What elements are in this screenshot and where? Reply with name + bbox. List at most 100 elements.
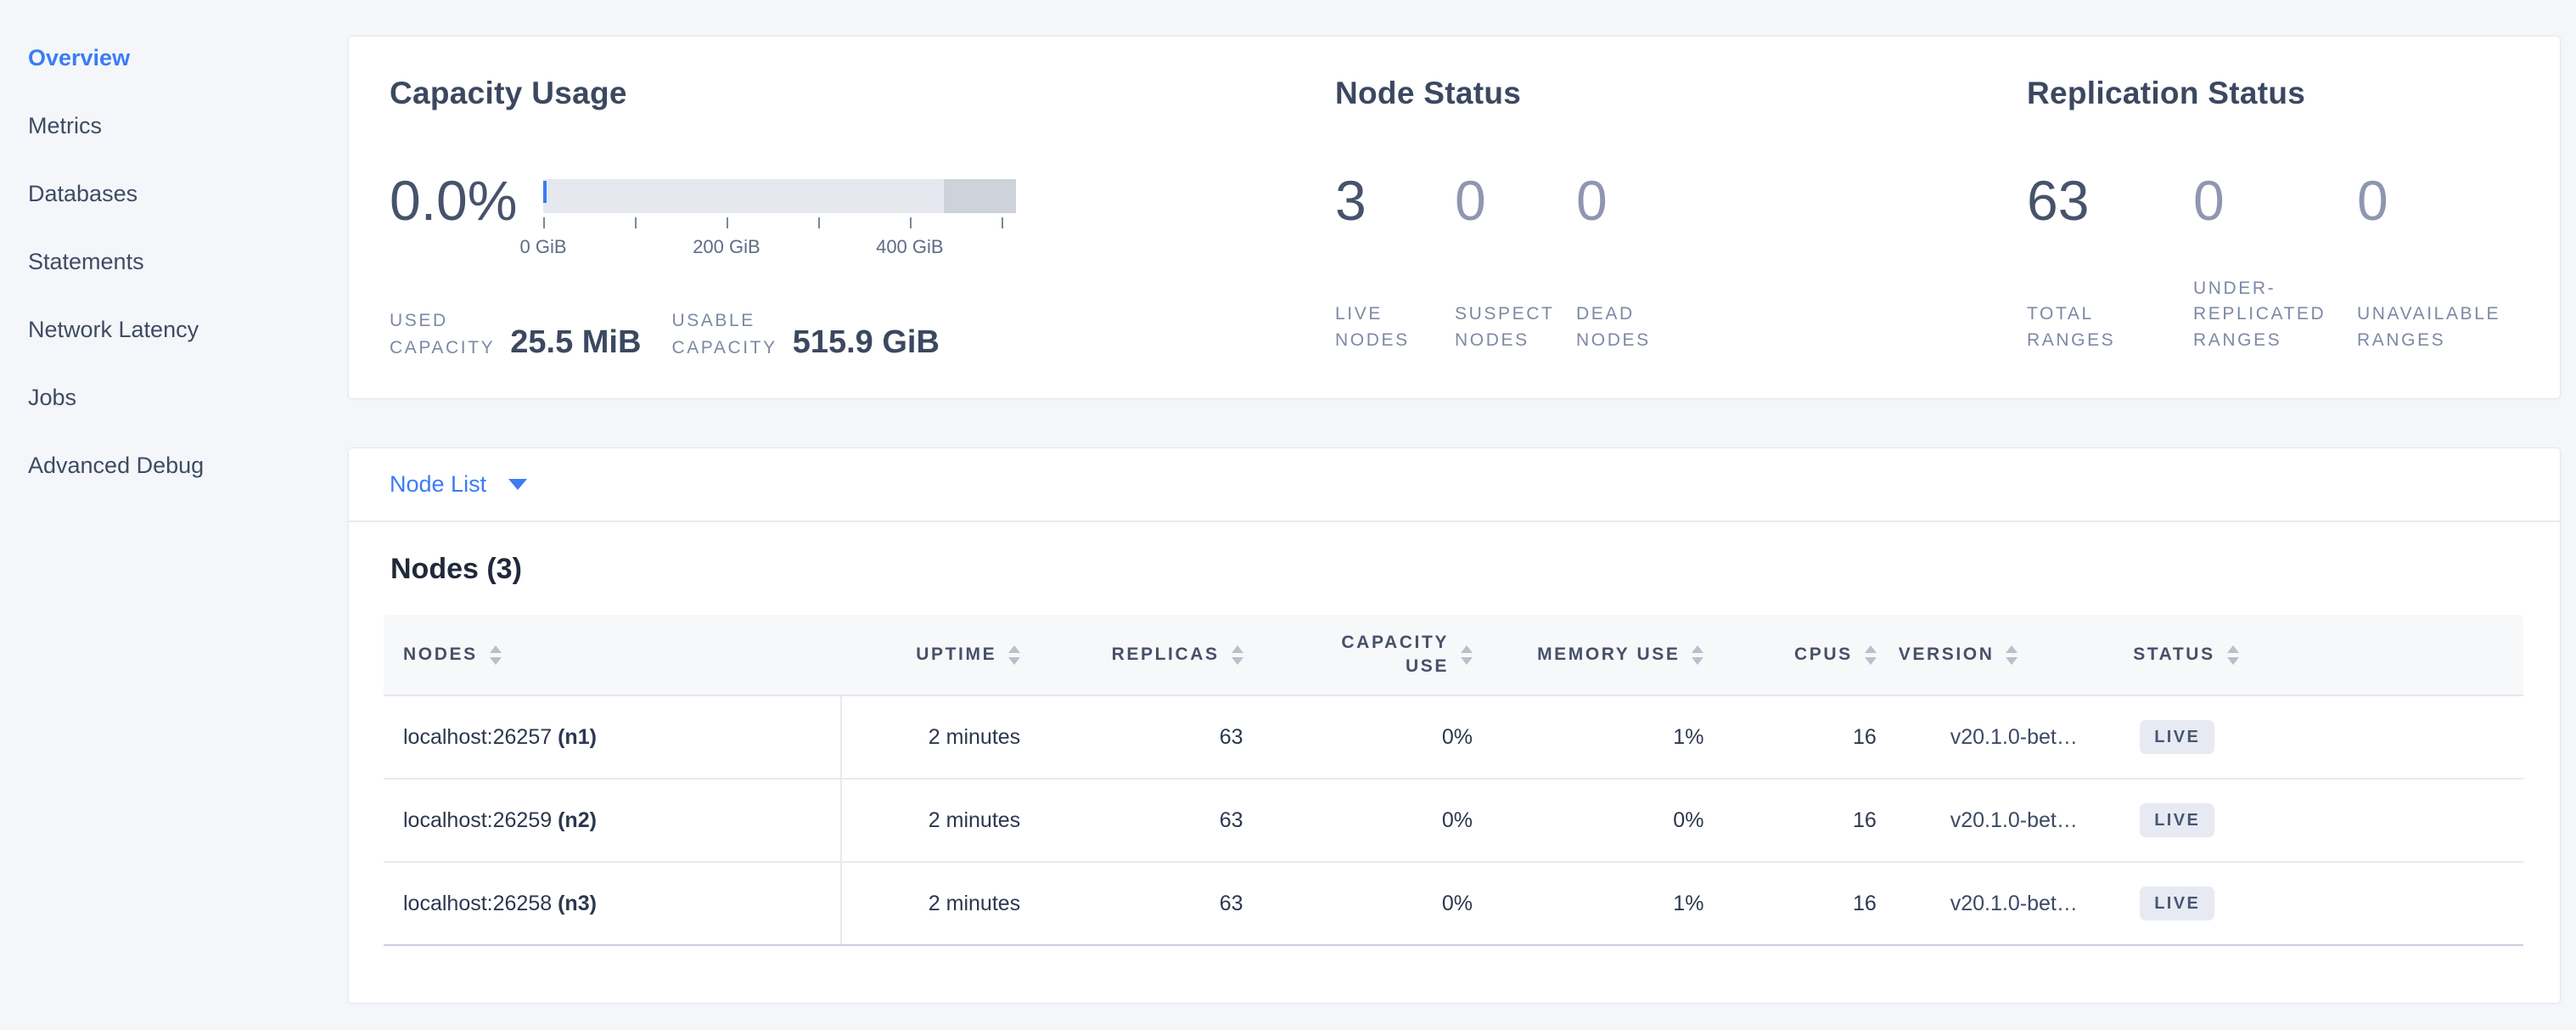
capacity-use-cell: 0% — [1254, 695, 1484, 779]
node-address: localhost:26257 — [403, 725, 558, 749]
summary-stat: 0SUSPECT NODES — [1455, 171, 1576, 353]
node-status-title: Node Status — [1335, 76, 1737, 111]
node-list-dropdown-label[interactable]: Node List — [390, 471, 486, 498]
sidebar-item-metrics[interactable]: Metrics — [28, 92, 348, 160]
memory-use-cell: 0% — [1484, 779, 1715, 862]
usable-capacity-label: USABLE CAPACITY — [671, 307, 777, 361]
summary-stat: 0 DEAD NODES — [1576, 171, 1737, 353]
summary-stat: 3 LIVE NODES — [1335, 171, 1455, 353]
column-header-label: CAPACITY USE — [1341, 631, 1449, 679]
status-cell: LIVE — [2122, 779, 2523, 862]
table-row[interactable]: localhost:26258 (n3)2 minutes630%1%16v20… — [384, 862, 2523, 945]
node-status-section: Node Status 3 LIVE NODES0SUSPECT NODES0 DE… — [1335, 76, 1737, 353]
axis-tick-label: 0 GiB — [519, 236, 566, 258]
replication-status-section: Replication Status 63TOTAL RANGES0UNDER-… — [2027, 76, 2561, 353]
node-address: localhost:26259 — [403, 808, 558, 832]
axis-tick-label: 400 GiB — [876, 236, 944, 258]
sort-icon[interactable] — [2006, 645, 2018, 665]
usable-capacity-value: 515.9 GiB — [793, 326, 940, 358]
sort-icon[interactable] — [490, 645, 502, 665]
column-header-uptime[interactable]: UPTIME — [841, 615, 1031, 695]
stat-label: DEAD NODES — [1576, 301, 1737, 353]
sort-icon[interactable] — [1232, 645, 1243, 665]
sidebar: OverviewMetricsDatabasesStatementsNetwor… — [0, 0, 348, 1030]
stat-label: TOTAL RANGES — [2027, 301, 2193, 353]
sidebar-item-overview[interactable]: Overview — [28, 24, 348, 92]
column-header-status[interactable]: STATUS — [2122, 615, 2523, 695]
nodes-heading: Nodes (3) — [390, 553, 2522, 586]
column-header-label: REPLICAS — [1112, 643, 1220, 667]
capacity-usage-title: Capacity Usage — [390, 76, 1016, 111]
chevron-down-icon[interactable] — [508, 479, 527, 490]
capacity-use-cell: 0% — [1254, 779, 1484, 862]
capacity-usage-gauge: 0 GiB 200 GiB 400 GiB — [543, 171, 1016, 262]
replicas-cell: 63 — [1031, 779, 1254, 862]
axis-tick-label: 200 GiB — [693, 236, 760, 258]
memory-use-cell: 1% — [1484, 862, 1715, 945]
replicas-cell: 63 — [1031, 862, 1254, 945]
sidebar-item-databases[interactable]: Databases — [28, 160, 348, 228]
summary-stat: 0 UNAVAILABLE RANGES — [2357, 171, 2561, 353]
memory-use-cell: 1% — [1484, 695, 1715, 779]
status-badge: LIVE — [2140, 803, 2214, 837]
stat-value: 0 — [1576, 171, 1737, 230]
column-header-cpus[interactable]: CPUS — [1715, 615, 1887, 695]
column-header-label: MEMORY USE — [1537, 643, 1680, 667]
column-header-label: UPTIME — [916, 643, 996, 667]
nodes-table: NODES UPTIME REPLICAS CAPACITY USE MEMORY US… — [384, 615, 2523, 946]
sort-icon[interactable] — [1008, 645, 1020, 665]
node-address-cell[interactable]: localhost:26258 (n3) — [384, 862, 841, 945]
summary-stat: 63TOTAL RANGES — [2027, 171, 2193, 353]
column-header-version[interactable]: VERSION — [1888, 615, 2122, 695]
uptime-cell: 2 minutes — [841, 779, 1031, 862]
uptime-cell: 2 minutes — [841, 862, 1031, 945]
capacity-usage-section: Capacity Usage 0.0% 0 GiB 200 GiB 400 Gi… — [390, 76, 1016, 361]
replication-status-title: Replication Status — [2027, 76, 2561, 111]
stat-label: UNDER- REPLICATED RANGES — [2193, 276, 2357, 353]
stat-value: 0 — [2357, 171, 2561, 230]
node-id: (n2) — [558, 808, 597, 832]
axis-tick — [910, 217, 912, 228]
axis-tick — [635, 217, 637, 228]
column-header-capacity_use[interactable]: CAPACITY USE — [1254, 615, 1484, 695]
axis-tick — [818, 217, 820, 228]
version-cell: v20.1.0-bet… — [1888, 862, 2122, 945]
stat-label: UNAVAILABLE RANGES — [2357, 301, 2561, 353]
table-row[interactable]: localhost:26259 (n2)2 minutes630%0%16v20… — [384, 779, 2523, 862]
node-address-cell[interactable]: localhost:26259 (n2) — [384, 779, 841, 862]
column-header-replicas[interactable]: REPLICAS — [1031, 615, 1254, 695]
status-badge: LIVE — [2140, 720, 2214, 754]
node-id: (n3) — [558, 892, 597, 915]
sort-icon[interactable] — [1865, 645, 1877, 665]
summary-stat: 0 UNDER- REPLICATED RANGES — [2193, 171, 2357, 353]
column-header-label: STATUS — [2133, 643, 2214, 667]
cpus-cell: 16 — [1715, 862, 1887, 945]
sidebar-item-jobs[interactable]: Jobs — [28, 363, 348, 431]
sidebar-item-advanced-debug[interactable]: Advanced Debug — [28, 431, 348, 499]
uptime-cell: 2 minutes — [841, 695, 1031, 779]
stat-value: 0 — [1455, 171, 1576, 230]
column-header-memory_use[interactable]: MEMORY USE — [1484, 615, 1715, 695]
sidebar-item-statements[interactable]: Statements — [28, 228, 348, 295]
stat-label: LIVE NODES — [1335, 301, 1455, 353]
sort-icon[interactable] — [2227, 645, 2239, 665]
table-row[interactable]: localhost:26257 (n1)2 minutes630%1%16v20… — [384, 695, 2523, 779]
sort-icon[interactable] — [1692, 645, 1703, 665]
column-header-label: NODES — [403, 643, 478, 667]
status-cell: LIVE — [2122, 862, 2523, 945]
used-capacity-value: 25.5 MiB — [510, 326, 641, 358]
version-cell: v20.1.0-bet… — [1888, 695, 2122, 779]
node-list-card: Node List Nodes (3) NODES UPTIME REPLICAS C… — [348, 447, 2561, 1004]
axis-tick — [1002, 217, 1003, 228]
stat-value: 3 — [1335, 171, 1455, 230]
capacity-bar — [543, 179, 1016, 213]
sidebar-item-network-latency[interactable]: Network Latency — [28, 295, 348, 363]
sort-icon[interactable] — [1461, 645, 1473, 665]
axis-tick — [727, 217, 728, 228]
column-header-nodes[interactable]: NODES — [384, 615, 841, 695]
node-address: localhost:26258 — [403, 892, 558, 915]
column-header-label: CPUS — [1794, 643, 1853, 667]
node-address-cell[interactable]: localhost:26257 (n1) — [384, 695, 841, 779]
node-list-dropdown[interactable]: Node List — [349, 448, 2560, 522]
stat-value: 0 — [2193, 171, 2357, 230]
